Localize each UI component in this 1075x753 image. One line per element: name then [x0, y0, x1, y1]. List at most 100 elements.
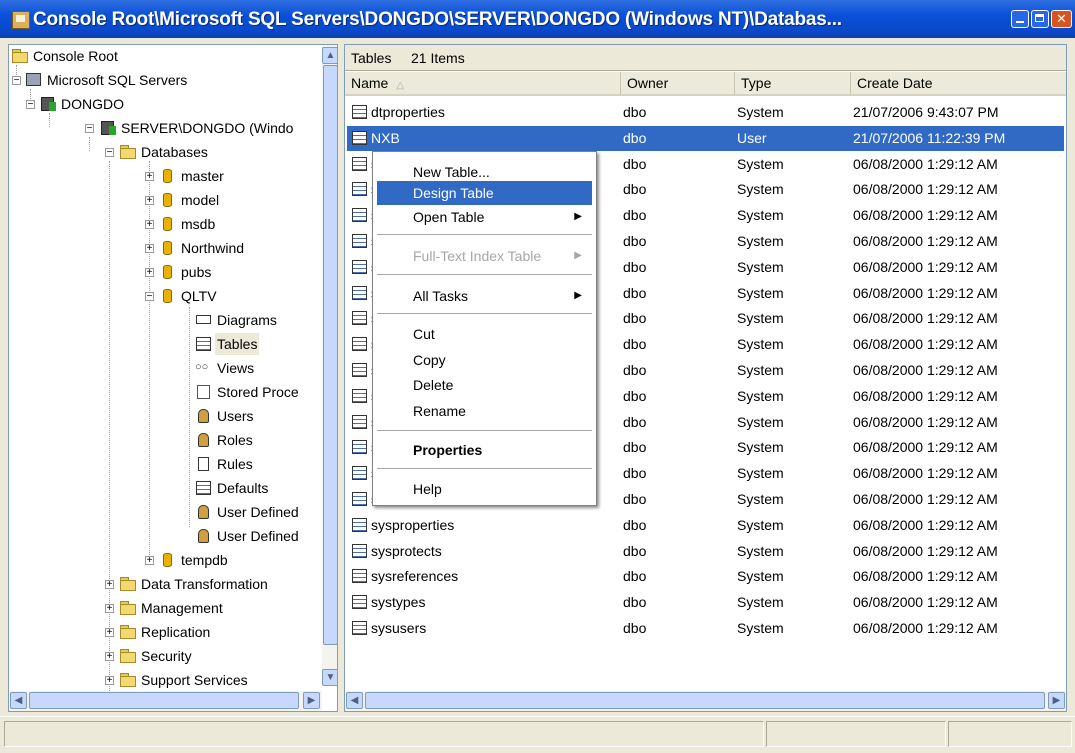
expand-toggle[interactable]: + [105, 604, 114, 614]
submenu-arrow-icon: ▶ [574, 211, 582, 222]
menu-item-rename[interactable]: Rename [377, 399, 592, 423]
expand-toggle[interactable]: + [145, 244, 154, 254]
column-header-label: Type [741, 75, 772, 91]
column-header-label: Create Date [857, 75, 933, 91]
type-cell: System [737, 155, 784, 172]
table-row[interactable]: sysprotects dbo System 06/08/2000 1:29:12 A… [347, 539, 1064, 564]
folder-icon [119, 624, 137, 640]
expand-toggle[interactable]: + [145, 172, 154, 182]
expand-toggle[interactable]: + [145, 220, 154, 230]
folder-icon [119, 672, 137, 688]
list-horizontal-scrollbar[interactable]: ◀ ▶ [345, 691, 1066, 711]
column-header-owner[interactable]: Owner [621, 72, 735, 96]
tree-item-label: SERVER\DONGDO (Windo [121, 120, 294, 136]
scroll-down-button[interactable]: ▼ [322, 669, 337, 686]
table-row[interactable]: NXB dbo User 21/07/2006 11:22:39 PM [347, 125, 1064, 151]
menu-item-cut[interactable]: Cut [377, 322, 592, 346]
table-name-cell: sysusers [371, 620, 427, 636]
type-cell: System [737, 620, 784, 636]
tree-item-label: Management [141, 600, 223, 616]
scroll-left-button[interactable]: ◀ [346, 692, 363, 709]
menu-item-copy[interactable]: Copy [377, 348, 592, 372]
minimize-button[interactable] [1011, 10, 1029, 28]
column-header-type[interactable]: Type [735, 72, 851, 96]
collapse-toggle[interactable]: − [105, 148, 114, 158]
create-date-cell: 06/08/2000 1:29:12 AM [853, 620, 998, 636]
sql-server-running-icon [99, 120, 117, 136]
owner-cell: dbo [623, 155, 647, 172]
table-icon [351, 594, 369, 610]
diagram-icon [195, 312, 213, 328]
user-defined-function-icon [195, 528, 213, 544]
table-icon [351, 465, 369, 481]
table-row[interactable]: systypes dbo System 06/08/2000 1:29:12 AM [347, 590, 1064, 615]
table-icon [351, 285, 369, 301]
menu-item-help[interactable]: Help [377, 477, 592, 501]
tree-item-label: Microsoft SQL Servers [47, 72, 188, 88]
scroll-left-button[interactable]: ◀ [10, 692, 27, 709]
menu-item-properties[interactable]: Properties [377, 438, 592, 462]
type-cell: System [737, 310, 784, 327]
submenu-arrow-icon: ▶ [574, 290, 582, 301]
expand-toggle[interactable]: + [145, 556, 154, 566]
expand-toggle[interactable]: + [105, 580, 114, 590]
views-icon [195, 356, 213, 378]
tree-horizontal-scrollbar[interactable]: ◀ ▶ [9, 691, 322, 711]
owner-cell: dbo [623, 362, 647, 378]
collapse-toggle[interactable]: − [26, 100, 35, 110]
menu-item-design-table[interactable]: Design Table [377, 181, 592, 205]
table-row[interactable]: sysreferences dbo System 06/08/2000 1:29:12… [347, 564, 1064, 589]
menu-item-full-text-index-table[interactable]: Full-Text Index Table ▶ [377, 244, 592, 268]
owner-cell: dbo [623, 310, 647, 327]
window-title: Console Root\Microsoft SQL Servers\DONGD… [33, 9, 842, 30]
create-date-cell: 06/08/2000 1:29:12 AM [853, 387, 998, 404]
tree-item-label: model [181, 192, 220, 208]
owner-cell: dbo [623, 233, 647, 249]
table-row[interactable]: sysusers dbo System 06/08/2000 1:29:12 AM [347, 616, 1064, 641]
table-icon [351, 233, 369, 249]
tree-item-label: msdb [181, 216, 216, 232]
table-icon [351, 310, 369, 326]
table-icon [351, 414, 369, 430]
table-icon [351, 362, 369, 378]
scroll-right-button[interactable]: ▶ [303, 692, 320, 709]
table-row[interactable]: dtproperties dbo System 21/07/2006 9:43:07 … [347, 100, 1064, 125]
restore-button[interactable] [1031, 10, 1049, 28]
create-date-cell: 06/08/2000 1:29:12 AM [853, 181, 998, 198]
tree-vertical-scrollbar[interactable]: ▲ ▼ [322, 45, 337, 686]
close-button[interactable] [1051, 10, 1072, 28]
database-icon [159, 168, 177, 184]
expand-toggle[interactable]: + [105, 628, 114, 638]
type-cell: System [737, 233, 784, 249]
collapse-toggle[interactable]: − [12, 76, 21, 86]
expand-toggle[interactable]: + [145, 196, 154, 206]
status-panel-tertiary [948, 721, 1072, 747]
rules-icon [195, 456, 213, 472]
menu-separator [377, 234, 592, 235]
column-header-name[interactable]: Name △ [345, 72, 621, 96]
table-row[interactable]: sysproperties dbo System 06/08/2000 1:29:12… [347, 513, 1064, 538]
tree-item-label: Databases [141, 144, 208, 160]
menu-item-all-tasks[interactable]: All Tasks ▶ [377, 284, 592, 308]
type-cell: User [737, 129, 767, 146]
scroll-right-button[interactable]: ▶ [1048, 692, 1065, 709]
scroll-thumb[interactable] [29, 692, 299, 709]
defaults-icon [195, 480, 213, 496]
expand-toggle[interactable]: + [105, 652, 114, 662]
scroll-thumb[interactable] [323, 65, 337, 645]
column-header-create-date[interactable]: Create Date [851, 72, 1066, 96]
scroll-thumb[interactable] [365, 692, 1045, 709]
mmc-console-icon[interactable] [12, 11, 30, 29]
table-name-cell: sysreferences [371, 568, 459, 585]
collapse-toggle[interactable]: − [85, 124, 94, 134]
menu-item-open-table[interactable]: Open Table ▶ [377, 205, 592, 229]
scroll-up-button[interactable]: ▲ [322, 47, 337, 64]
expand-toggle[interactable]: + [145, 268, 154, 278]
type-cell: System [737, 542, 784, 559]
tree-item-label: Diagrams [217, 312, 277, 328]
expand-toggle[interactable]: + [105, 676, 114, 686]
folder-icon [119, 144, 137, 160]
menu-item-delete[interactable]: Delete [377, 373, 592, 397]
collapse-toggle[interactable]: − [145, 292, 154, 302]
tree-item-label: master [181, 168, 224, 184]
